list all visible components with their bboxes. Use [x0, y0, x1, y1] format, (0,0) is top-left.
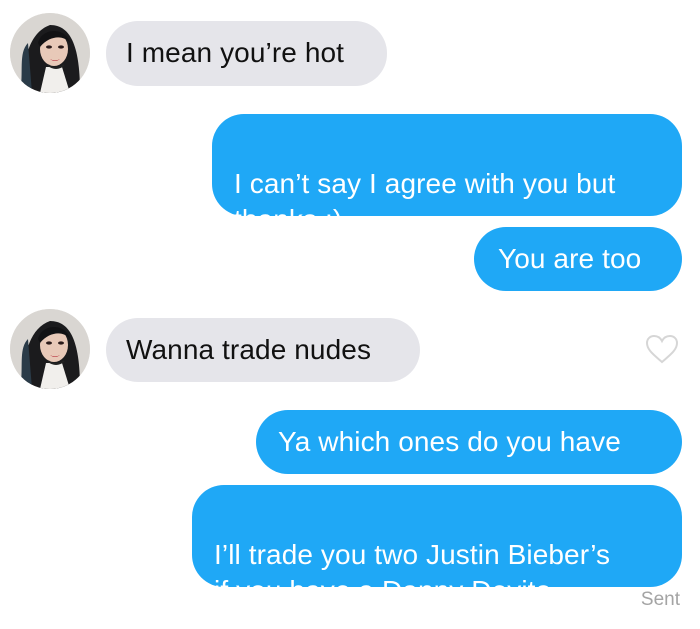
contact-avatar[interactable]	[10, 13, 90, 93]
outgoing-message[interactable]: I’ll trade you two Justin Bieber’s if yo…	[192, 485, 682, 606]
message-text: Ya which ones do you have	[278, 426, 621, 457]
message-text: I mean you’re hot	[126, 37, 345, 68]
profile-photo-icon	[10, 13, 90, 93]
incoming-message[interactable]: I mean you’re hot	[106, 21, 387, 86]
profile-photo-icon	[10, 309, 90, 389]
outgoing-message[interactable]: I can’t say I agree with you but thanks …	[212, 114, 682, 235]
message-thread: I mean you’re hot I can’t say I agree wi…	[0, 0, 700, 629]
outgoing-message[interactable]: Ya which ones do you have	[256, 410, 682, 474]
message-text: Wanna trade nudes	[126, 334, 372, 365]
contact-avatar[interactable]	[10, 309, 90, 389]
message-text: I’ll trade you two Justin Bieber’s if yo…	[214, 539, 611, 606]
heart-outline-icon[interactable]	[644, 333, 680, 365]
message-text: You are too	[498, 243, 642, 274]
delivery-status: Sent	[640, 589, 680, 610]
outgoing-message[interactable]: You are too	[474, 227, 682, 291]
incoming-message[interactable]: Wanna trade nudes	[106, 318, 420, 382]
message-text: I can’t say I agree with you but thanks …	[234, 168, 616, 235]
